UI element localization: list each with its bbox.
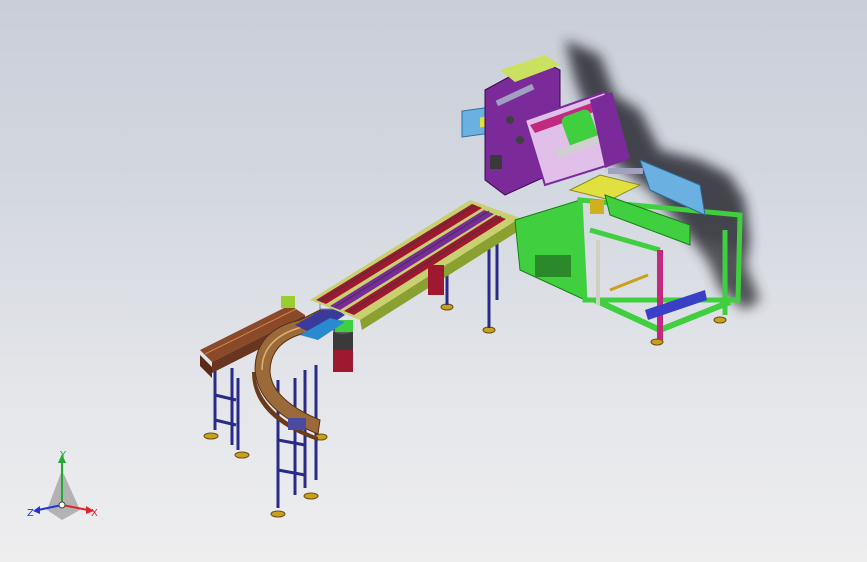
x-axis-label: X xyxy=(91,508,98,519)
cad-viewport[interactable]: Y X Z xyxy=(0,0,867,562)
z-axis-label: Z xyxy=(27,508,34,519)
machine-model[interactable]: Y X Z xyxy=(0,0,867,562)
axis-triad: Y X Z xyxy=(27,450,98,520)
y-axis-label: Y xyxy=(59,450,67,461)
